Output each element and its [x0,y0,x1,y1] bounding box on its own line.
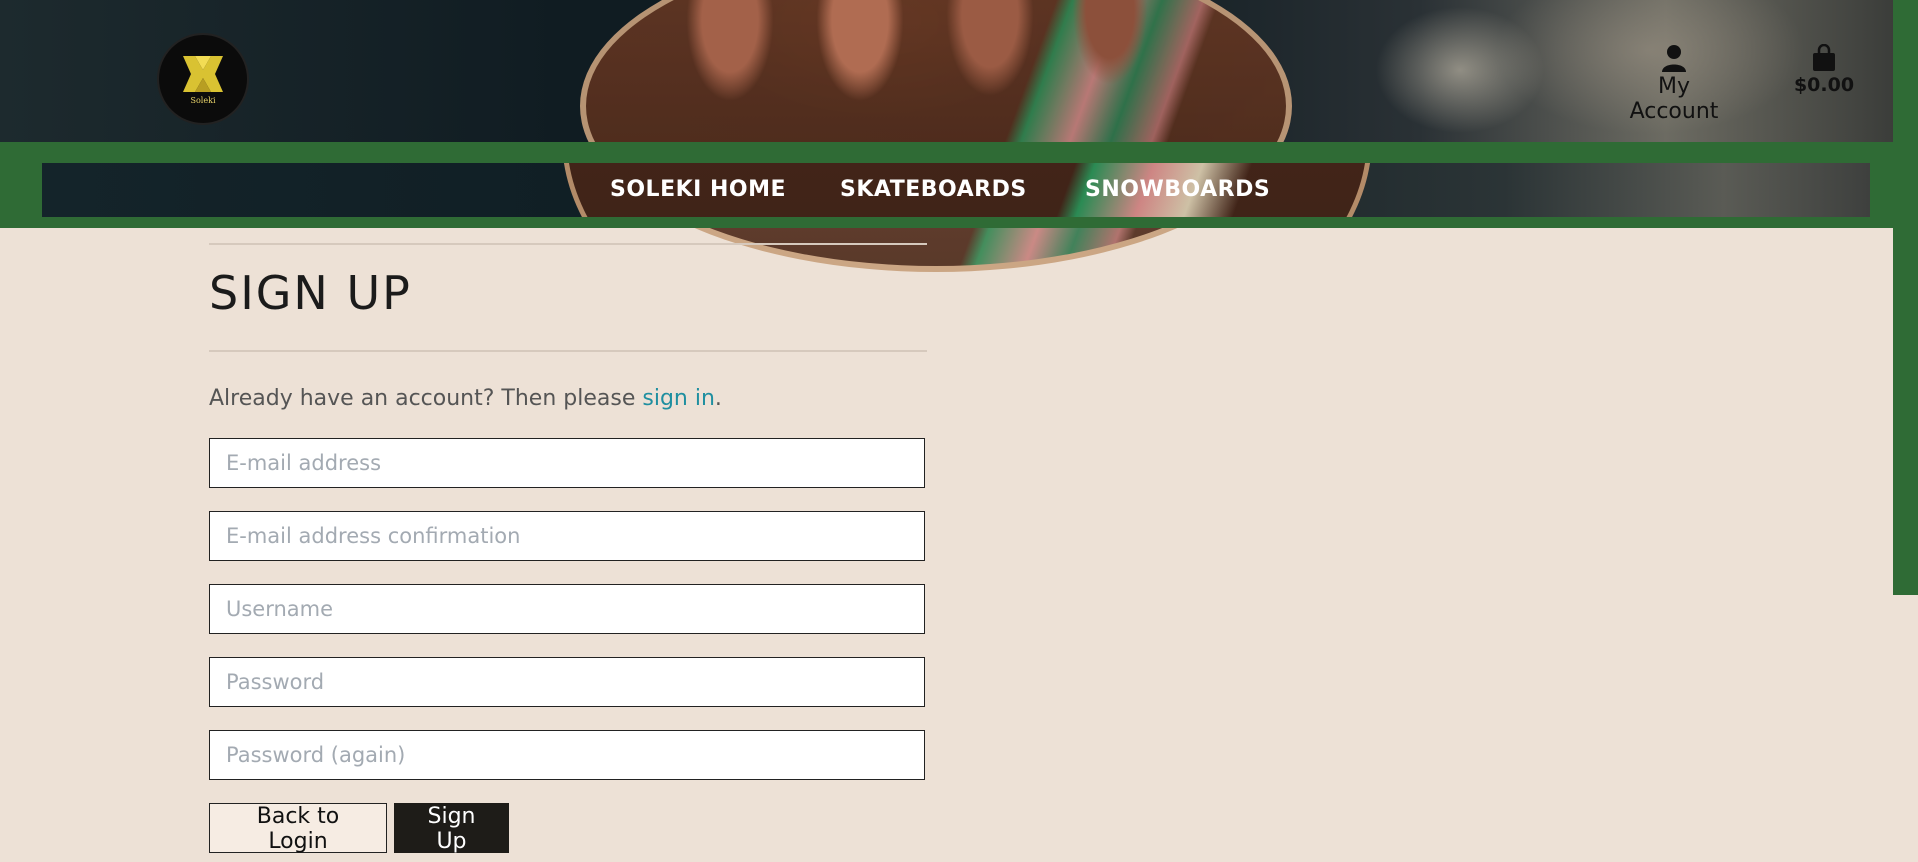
my-account-link[interactable]: My Account [1612,44,1736,124]
signin-link[interactable]: sign in [642,386,715,411]
page-title: SIGN UP [209,266,412,320]
username-field[interactable] [209,584,925,634]
logo-text: Soleki [190,95,216,105]
main-nav: SOLEKI HOME SKATEBOARDS SNOWBOARDS [42,163,1870,217]
shopping-bag-icon [1813,44,1835,71]
sign-up-button[interactable]: Sign Up [394,803,509,854]
header-banner [0,0,1893,272]
right-green-strip [1893,0,1918,595]
hand-photo [640,0,1160,130]
email-field[interactable] [209,438,925,488]
user-icon [1662,45,1686,72]
cart-link[interactable]: $0.00 [1792,44,1856,96]
signin-prompt: Already have an account? Then please sig… [209,386,722,411]
back-to-login-button[interactable]: Back to Login [209,803,387,854]
my-account-label: My Account [1629,74,1719,124]
logo-mark-icon [183,55,223,92]
signin-prompt-text: Already have an account? Then please [209,386,636,411]
nav-item-snowboards[interactable]: SNOWBOARDS [1085,177,1270,202]
email-confirmation-field[interactable] [209,511,925,561]
title-divider [209,350,927,352]
nav-item-soleki-home[interactable]: SOLEKI HOME [610,177,786,202]
top-divider [209,243,927,245]
cart-total: $0.00 [1793,74,1855,96]
site-logo[interactable]: Soleki [157,33,249,125]
nav-item-skateboards[interactable]: SKATEBOARDS [840,177,1027,202]
signin-prompt-end: . [714,386,722,411]
password-field[interactable] [209,657,925,707]
password-again-field[interactable] [209,730,925,780]
